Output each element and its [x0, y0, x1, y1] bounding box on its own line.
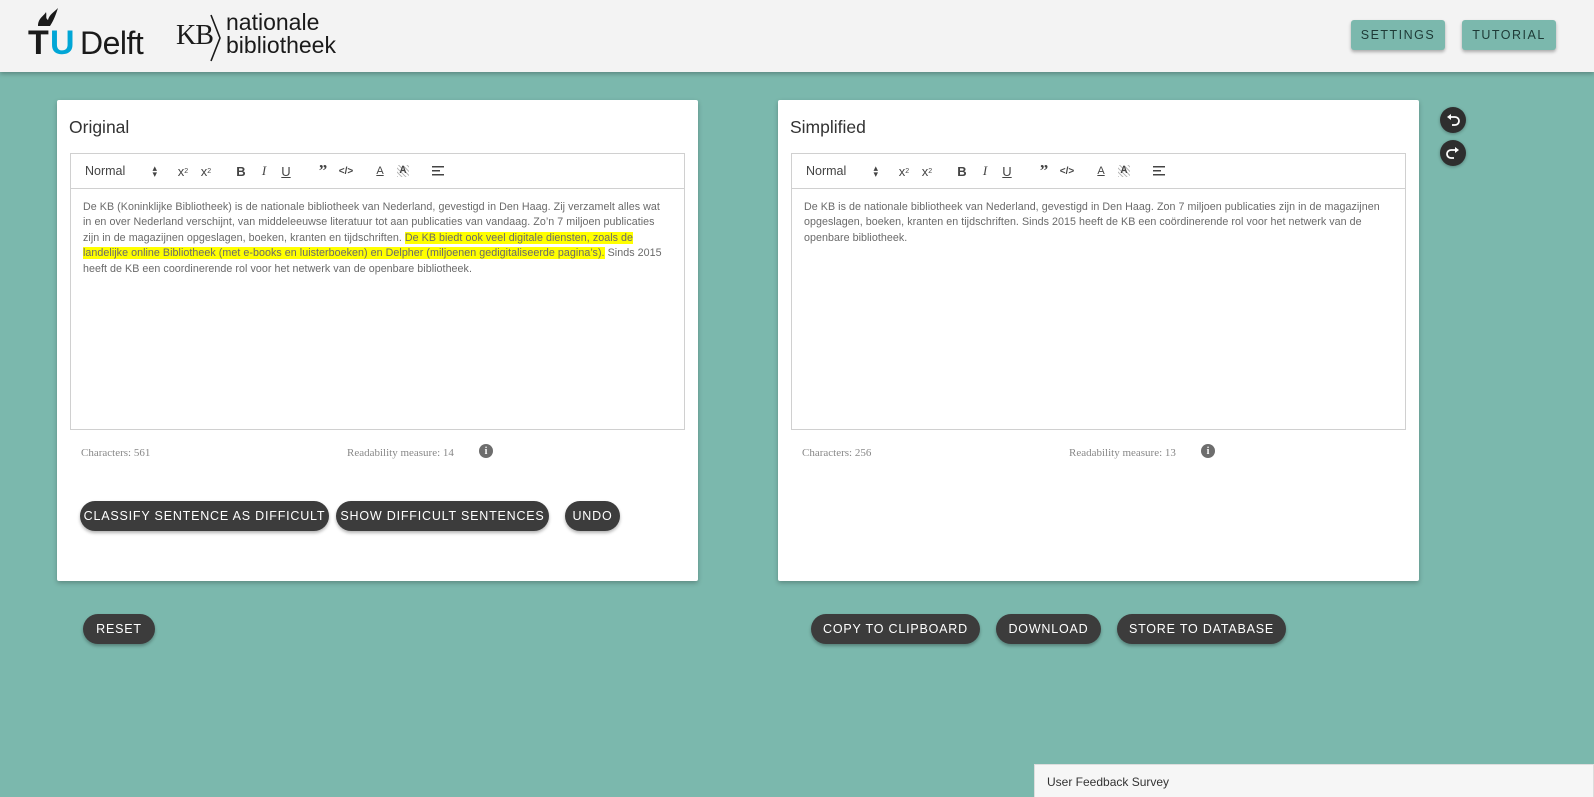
- history-undo-button[interactable]: [1440, 107, 1466, 133]
- reset-button[interactable]: RESET: [83, 614, 155, 644]
- simplified-text[interactable]: De KB is de nationale bibliotheek van Ne…: [804, 200, 1385, 246]
- text-color-icon[interactable]: A: [373, 163, 387, 179]
- original-character-count: Characters: 561: [81, 447, 151, 459]
- bold-icon[interactable]: B: [955, 163, 969, 179]
- history-redo-button[interactable]: [1440, 140, 1466, 166]
- undo-icon: [1447, 114, 1460, 126]
- superscript-icon[interactable]: x2: [919, 163, 935, 179]
- bracket-icon: [210, 14, 221, 62]
- italic-icon[interactable]: I: [978, 163, 992, 179]
- store-database-button[interactable]: STORE TO DATABASE: [1117, 614, 1286, 644]
- simplified-title: Simplified: [790, 117, 866, 137]
- select-arrows-icon: ▴ ▾: [152, 163, 157, 179]
- simplified-panel: Simplified Normal ▴ ▾ x2 x2 B I U ” </> A…: [778, 100, 1419, 581]
- original-text[interactable]: De KB (Koninklijke Bibliotheek) is de na…: [83, 200, 664, 277]
- background-color-icon[interactable]: A: [1117, 163, 1131, 179]
- italic-icon[interactable]: I: [257, 163, 271, 179]
- background-color-icon[interactable]: A: [396, 163, 410, 179]
- settings-button[interactable]: SETTINGS: [1351, 20, 1445, 50]
- underline-icon[interactable]: U: [279, 163, 293, 179]
- show-difficult-button[interactable]: SHOW DIFFICULT SENTENCES: [336, 501, 549, 531]
- original-title: Original: [69, 117, 130, 137]
- redo-icon: [1446, 147, 1459, 159]
- tutorial-button[interactable]: TUTORIAL: [1462, 20, 1556, 50]
- original-editor: Normal ▴ ▾ x2 x2 B I U ” </> A A De KB (K…: [70, 153, 685, 430]
- subscript-icon[interactable]: x2: [896, 163, 912, 179]
- select-arrows-icon: ▴ ▾: [873, 163, 878, 179]
- original-readability: Readability measure: 14: [347, 447, 454, 459]
- text-color-icon[interactable]: A: [1094, 163, 1108, 179]
- code-icon[interactable]: </>: [338, 163, 354, 179]
- blockquote-icon[interactable]: ”: [315, 161, 331, 180]
- code-icon[interactable]: </>: [1059, 163, 1075, 179]
- undo-button[interactable]: UNDO: [565, 501, 620, 531]
- superscript-icon[interactable]: x2: [198, 163, 214, 179]
- simplified-readability: Readability measure: 13: [1069, 447, 1176, 459]
- app-header: T U Delft KB nationale bibliotheek SETTI…: [0, 0, 1594, 72]
- simplified-editor: Normal ▴ ▾ x2 x2 B I U ” </> A A De KB is…: [791, 153, 1406, 430]
- bold-icon[interactable]: B: [234, 163, 248, 179]
- underline-icon[interactable]: U: [1000, 163, 1014, 179]
- blockquote-icon[interactable]: ”: [1036, 161, 1052, 180]
- copy-clipboard-button[interactable]: COPY TO CLIPBOARD: [811, 614, 980, 644]
- download-button[interactable]: DOWNLOAD: [996, 614, 1101, 644]
- kb-logo: KB nationale bibliotheek: [176, 8, 356, 64]
- align-icon[interactable]: [431, 163, 445, 179]
- format-select[interactable]: Normal ▴ ▾: [806, 163, 878, 179]
- info-icon[interactable]: i: [479, 444, 493, 458]
- tu-delft-logo: T U Delft: [28, 6, 158, 62]
- simplified-character-count: Characters: 256: [802, 447, 872, 459]
- original-toolbar: Normal ▴ ▾ x2 x2 B I U ” </> A A: [71, 154, 684, 189]
- simplified-toolbar: Normal ▴ ▾ x2 x2 B I U ” </> A A: [792, 154, 1405, 189]
- align-icon[interactable]: [1152, 163, 1166, 179]
- classify-difficult-button[interactable]: CLASSIFY SENTENCE AS DIFFICULT: [80, 501, 329, 531]
- subscript-icon[interactable]: x2: [175, 163, 191, 179]
- original-panel: Original Normal ▴ ▾ x2 x2 B I U ” </> A A…: [57, 100, 698, 581]
- format-select[interactable]: Normal ▴ ▾: [85, 163, 157, 179]
- feedback-survey-tab[interactable]: User Feedback Survey: [1034, 764, 1594, 797]
- info-icon[interactable]: i: [1201, 444, 1215, 458]
